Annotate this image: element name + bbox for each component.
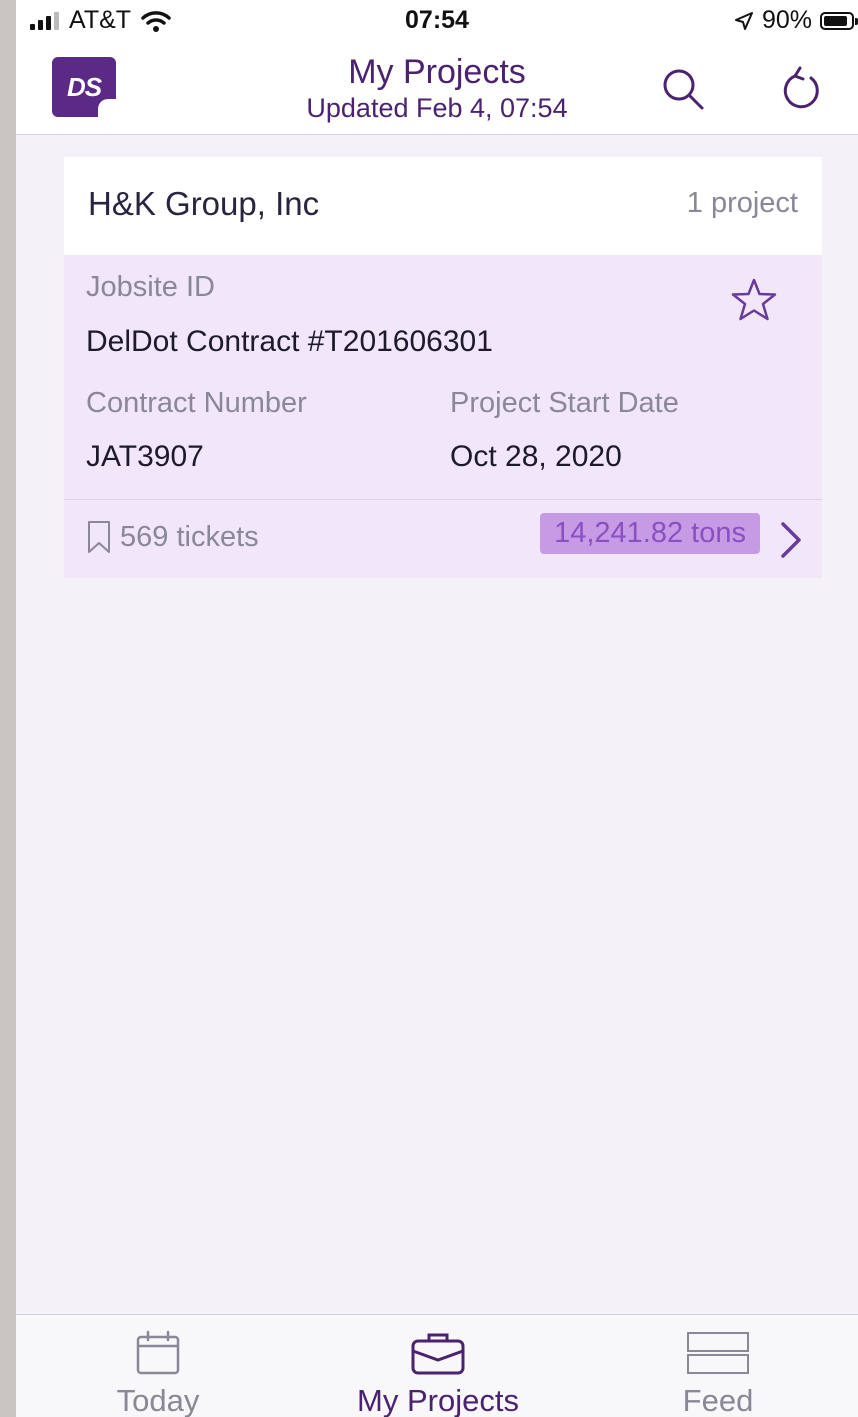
tab-my-projects[interactable]: My Projects <box>298 1315 578 1417</box>
jobsite-label: Jobsite ID <box>86 271 215 303</box>
app-screen: AT&T 07:54 90% DS My Projects Updated Fe… <box>16 0 858 1417</box>
contract-number-value: JAT3907 <box>86 440 204 473</box>
company-header[interactable]: H&K Group, Inc 1 project <box>64 157 822 255</box>
navigation-header: DS My Projects Updated Feb 4, 07:54 <box>16 40 858 135</box>
search-icon[interactable] <box>658 64 708 114</box>
tab-feed[interactable]: Feed <box>578 1315 858 1417</box>
tab-my-projects-label: My Projects <box>357 1383 519 1417</box>
page-subtitle: Updated Feb 4, 07:54 <box>306 93 568 123</box>
calendar-icon <box>136 1330 180 1375</box>
jobsite-value: DelDot Contract #T201606301 <box>86 325 493 358</box>
bookmark-icon <box>88 521 110 553</box>
company-card: H&K Group, Inc 1 project Jobsite ID DelD… <box>64 157 822 578</box>
tab-bar: Today My Projects Feed <box>16 1314 858 1417</box>
project-summary-row[interactable]: 569 tickets 14,241.82 tons <box>64 500 822 578</box>
battery-icon <box>820 11 858 30</box>
project-item[interactable]: Jobsite ID DelDot Contract #T201606301 C… <box>64 255 822 499</box>
tab-today-label: Today <box>116 1383 200 1417</box>
tab-feed-label: Feed <box>682 1383 754 1417</box>
contract-number-label: Contract Number <box>86 387 307 419</box>
star-icon[interactable] <box>730 277 778 323</box>
company-name: H&K Group, Inc <box>88 185 320 222</box>
battery-percent: 90% <box>761 6 812 34</box>
chevron-right-icon[interactable] <box>778 520 804 560</box>
refresh-icon[interactable] <box>778 64 828 114</box>
briefcase-icon <box>411 1333 465 1375</box>
status-time: 07:54 <box>405 6 469 34</box>
start-date-value: Oct 28, 2020 <box>450 440 622 473</box>
start-date-label: Project Start Date <box>450 387 679 419</box>
project-count: 1 project <box>686 187 798 219</box>
tons-badge: 14,241.82 tons <box>540 513 760 554</box>
status-bar: AT&T 07:54 90% <box>16 0 858 40</box>
page-title: My Projects <box>348 53 526 91</box>
ticket-count: 569 tickets <box>120 520 259 553</box>
location-arrow-icon <box>734 11 753 30</box>
tab-today[interactable]: Today <box>18 1315 298 1417</box>
feed-icon <box>687 1332 749 1374</box>
